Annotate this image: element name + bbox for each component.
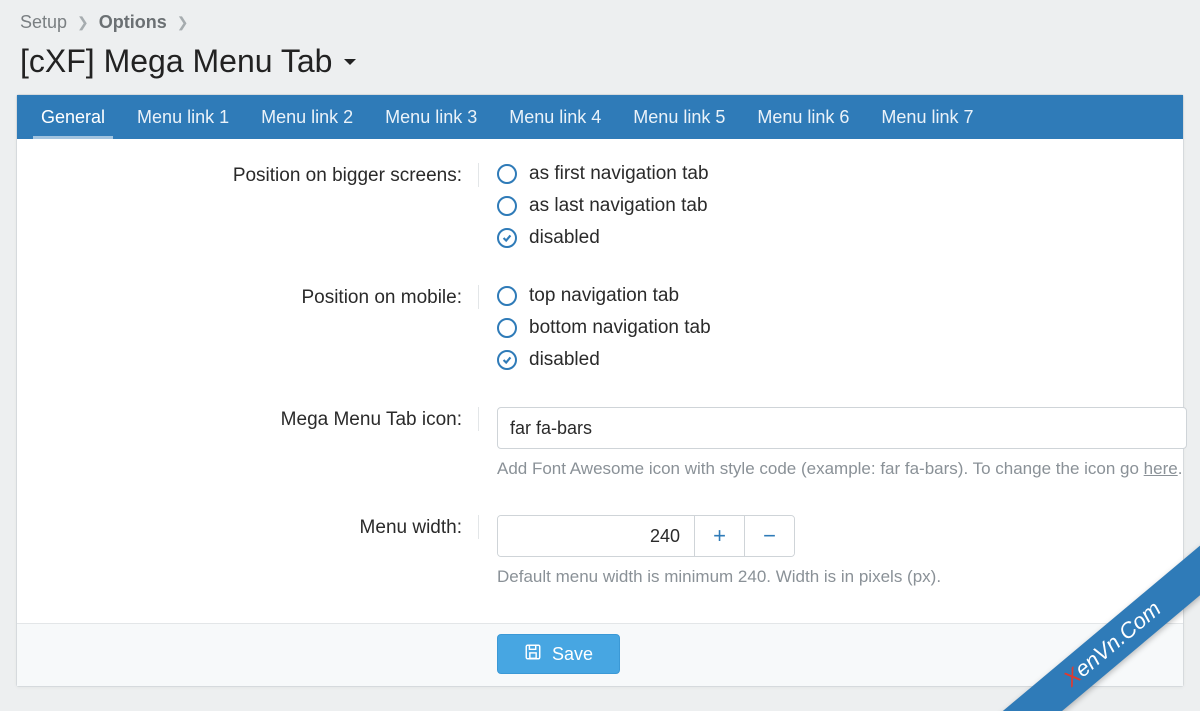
radio-label: bottom navigation tab bbox=[529, 317, 711, 339]
width-input[interactable] bbox=[498, 516, 694, 556]
stepper-minus[interactable]: − bbox=[744, 516, 794, 556]
width-help: Default menu width is minimum 240. Width… bbox=[497, 567, 1169, 587]
icon-help-link[interactable]: here bbox=[1144, 459, 1178, 478]
radio-mobile-bottom[interactable]: bottom navigation tab bbox=[497, 317, 1169, 339]
radio-bigger-disabled[interactable]: disabled bbox=[497, 227, 1169, 249]
label-icon: Mega Menu Tab icon: bbox=[31, 407, 479, 431]
breadcrumb-options[interactable]: Options bbox=[99, 12, 167, 33]
radio-icon bbox=[497, 350, 517, 370]
tab-menu-link-5[interactable]: Menu link 5 bbox=[617, 95, 741, 139]
stepper-plus[interactable]: + bbox=[694, 516, 744, 556]
tab-menu-link-1[interactable]: Menu link 1 bbox=[121, 95, 245, 139]
icon-help: Add Font Awesome icon with style code (e… bbox=[497, 459, 1187, 479]
radio-icon bbox=[497, 318, 517, 338]
label-position-bigger: Position on bigger screens: bbox=[31, 163, 479, 187]
radio-label: as last navigation tab bbox=[529, 195, 708, 217]
radios-position-bigger: as first navigation tab as last navigati… bbox=[497, 163, 1169, 249]
radio-label: disabled bbox=[529, 349, 600, 371]
radio-bigger-last[interactable]: as last navigation tab bbox=[497, 195, 1169, 217]
breadcrumb: Setup ❯ Options ❯ bbox=[20, 12, 1180, 33]
radio-bigger-first[interactable]: as first navigation tab bbox=[497, 163, 1169, 185]
plus-icon: + bbox=[713, 523, 726, 548]
radio-icon bbox=[497, 286, 517, 306]
chevron-right-icon: ❯ bbox=[177, 14, 189, 31]
radio-icon bbox=[497, 196, 517, 216]
tab-general[interactable]: General bbox=[25, 95, 121, 139]
tab-menu-link-3[interactable]: Menu link 3 bbox=[369, 95, 493, 139]
tab-menu-link-4[interactable]: Menu link 4 bbox=[493, 95, 617, 139]
icon-input[interactable] bbox=[497, 407, 1187, 449]
label-position-mobile: Position on mobile: bbox=[31, 285, 479, 309]
label-width: Menu width: bbox=[31, 515, 479, 539]
icon-help-suffix: . bbox=[1178, 459, 1183, 478]
minus-icon: − bbox=[763, 523, 776, 548]
tab-menu-link-6[interactable]: Menu link 6 bbox=[741, 95, 865, 139]
page-title: [cXF] Mega Menu Tab bbox=[20, 43, 332, 80]
tabs: General Menu link 1 Menu link 2 Menu lin… bbox=[17, 95, 1183, 139]
radio-mobile-disabled[interactable]: disabled bbox=[497, 349, 1169, 371]
radios-position-mobile: top navigation tab bottom navigation tab… bbox=[497, 285, 1169, 371]
save-label: Save bbox=[552, 644, 593, 665]
radio-mobile-top[interactable]: top navigation tab bbox=[497, 285, 1169, 307]
tab-menu-link-7[interactable]: Menu link 7 bbox=[865, 95, 989, 139]
radio-label: disabled bbox=[529, 227, 600, 249]
save-icon bbox=[524, 643, 542, 666]
save-button[interactable]: Save bbox=[497, 634, 620, 674]
radio-icon bbox=[497, 228, 517, 248]
panel-footer: Save bbox=[17, 623, 1183, 686]
caret-down-icon bbox=[342, 55, 358, 73]
options-panel: General Menu link 1 Menu link 2 Menu lin… bbox=[16, 94, 1184, 687]
tab-menu-link-2[interactable]: Menu link 2 bbox=[245, 95, 369, 139]
width-stepper: + − bbox=[497, 515, 795, 557]
breadcrumb-setup[interactable]: Setup bbox=[20, 12, 67, 33]
chevron-right-icon: ❯ bbox=[77, 14, 89, 31]
page-title-row[interactable]: [cXF] Mega Menu Tab bbox=[20, 43, 1180, 80]
radio-icon bbox=[497, 164, 517, 184]
radio-label: top navigation tab bbox=[529, 285, 679, 307]
radio-label: as first navigation tab bbox=[529, 163, 709, 185]
icon-help-text: Add Font Awesome icon with style code (e… bbox=[497, 459, 1144, 478]
